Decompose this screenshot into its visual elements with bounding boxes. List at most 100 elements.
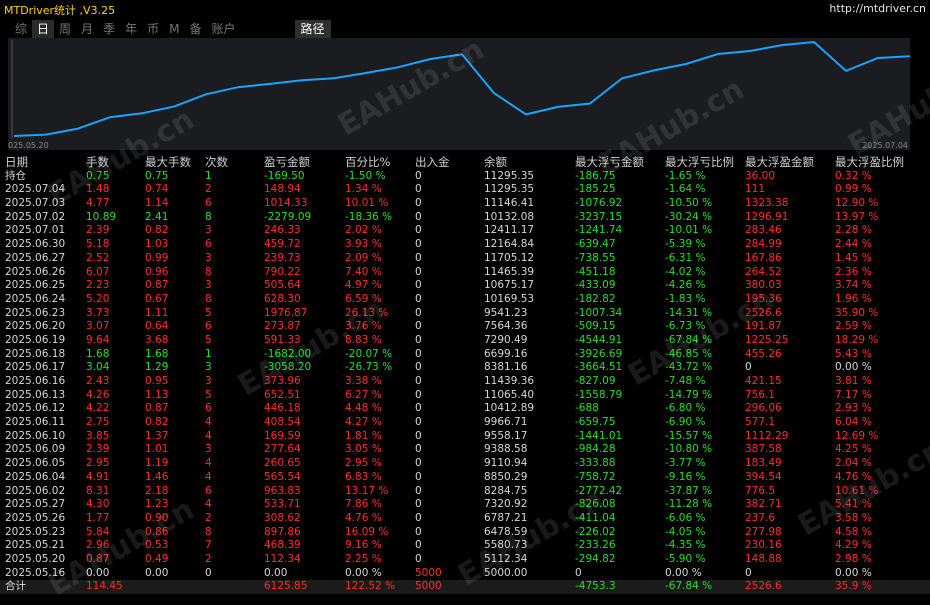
cell-盈亏金额: 239.73 (264, 251, 301, 264)
tab-1[interactable]: 日 (32, 20, 55, 38)
cell-手数: 3.85 (86, 429, 110, 442)
cell-次数: 次数 (205, 155, 228, 169)
cell-最大浮盈金额: 148.88 (745, 552, 782, 565)
table-row: 2025.06.18 1.68 1.68 1 -1682.00 -20.07 % 0 6699… (0, 348, 930, 362)
cell-次数: 2 (205, 183, 212, 196)
balance-chart: 025.05.20 2025.07.04 (8, 38, 910, 150)
cell-最大浮盈金额: 191.87 (745, 320, 782, 333)
cell-最大浮盈金额: 1323.38 (745, 197, 789, 210)
tab-4[interactable]: 季 (98, 20, 120, 38)
cell-百分比%: 26.13 % (345, 306, 389, 319)
cell-最大浮盈比例: 2.04 % (835, 457, 872, 470)
cell-百分比%: 6.59 % (345, 292, 382, 305)
cell-余额: 11065.40 (484, 388, 535, 401)
cell-出入金: 0 (415, 429, 422, 442)
cell-盈亏金额: 790.22 (264, 265, 301, 278)
cell-手数: 0.87 (86, 552, 110, 565)
cell-手数: 0.75 (86, 169, 110, 182)
tab-path[interactable]: 路径 (294, 20, 331, 38)
cell-百分比%: 百分比% (345, 155, 391, 169)
cell-出入金: 0 (415, 416, 422, 429)
cell-最大手数: 1.11 (145, 306, 169, 319)
cell-最大浮亏比例: -4.26 % (665, 279, 706, 292)
cell-盈亏金额: 505.64 (264, 279, 301, 292)
cell-最大浮亏金额: -3237.15 (575, 210, 623, 223)
cell-手数: 8.31 (86, 484, 110, 497)
tab-2[interactable]: 周 (54, 20, 76, 38)
cell-百分比%: 7.86 % (345, 498, 382, 511)
cell-最大浮盈金额: 2526.6 (745, 580, 782, 593)
cell-手数: 6.07 (86, 265, 110, 278)
cell-百分比%: 6.83 % (345, 470, 382, 483)
cell-次数: 4 (205, 457, 212, 470)
chart-end-date: 2025.07.04 (862, 141, 908, 150)
cell-余额: 11295.35 (484, 183, 535, 196)
tab-9[interactable]: 账户 (206, 20, 240, 38)
cell-最大浮盈金额: 455.26 (745, 347, 782, 360)
table-header: 日期 手数 最大手数 次数 盈亏金额 百分比% 出入金 余额 最大浮亏金额 最大浮亏比例 最大浮盈金… (0, 155, 930, 170)
cell-最大浮亏金额: -688 (575, 402, 599, 415)
cell-日期: 2025.06.13 (5, 388, 66, 401)
cell-盈亏金额: 6125.85 (264, 580, 308, 593)
table-row: 2025.07.03 4.77 1.14 6 1014.33 10.01 % 0 11146.… (0, 197, 930, 211)
cell-最大手数: 2.18 (145, 484, 169, 497)
cell-余额: 9110.94 (484, 457, 528, 470)
cell-最大浮亏比例: -10.50 % (665, 197, 713, 210)
table-row: 2025.06.13 4.26 1.13 5 652.51 6.27 % 0 11065.40… (0, 389, 930, 403)
cell-余额: 9388.58 (484, 443, 528, 456)
cell-余额: 5112.34 (484, 552, 528, 565)
cell-最大浮亏比例: -14.79 % (665, 388, 713, 401)
cell-最大浮盈比例: 18.29 % (835, 333, 879, 346)
cell-次数: 6 (205, 484, 212, 497)
table-row: 2025.07.02 10.89 2.41 8 -2279.09 -18.36 % 0 101… (0, 211, 930, 225)
cell-最大浮亏比例: -14.31 % (665, 306, 713, 319)
cell-次数: 7 (205, 539, 212, 552)
cell-盈亏金额: 628.30 (264, 292, 301, 305)
cell-最大浮亏比例: -4.02 % (665, 265, 706, 278)
cell-盈亏金额: -2279.09 (264, 210, 312, 223)
cell-手数: 2.52 (86, 251, 110, 264)
cell-最大浮盈金额: 最大浮盈金额 (745, 155, 814, 169)
table-row: 2025.05.20 0.87 0.49 2 112.34 2.25 % 0 5112.34 -… (0, 553, 930, 567)
cell-日期: 2025.06.24 (5, 292, 66, 305)
website-link[interactable]: http://mtdriver.cn (829, 2, 926, 15)
cell-次数: 4 (205, 429, 212, 442)
cell-最大浮亏金额: -1076.92 (575, 197, 623, 210)
cell-最大手数: 0.74 (145, 183, 169, 196)
cell-最大手数: 1.29 (145, 361, 169, 374)
cell-最大手数: 0.95 (145, 375, 169, 387)
tab-6[interactable]: 币 (142, 20, 164, 38)
cell-最大浮盈金额: 284.99 (745, 238, 782, 251)
cell-最大手数: 0.96 (145, 265, 169, 278)
cell-盈亏金额: 459.72 (264, 238, 301, 251)
table-row: 2025.06.10 3.85 1.37 4 169.59 1.81 % 0 9558.17 -… (0, 430, 930, 444)
cell-最大浮盈金额: 183.49 (745, 457, 782, 470)
cell-最大浮盈比例: 10.61 % (835, 484, 879, 497)
chart-start-date: 025.05.20 (8, 141, 49, 150)
cell-最大手数: 1.14 (145, 197, 169, 210)
cell-出入金: 0 (415, 457, 422, 470)
tab-3[interactable]: 月 (76, 20, 98, 38)
cell-手数: 1.77 (86, 511, 110, 524)
cell-出入金: 0 (415, 251, 422, 264)
tab-8[interactable]: 备 (184, 20, 206, 38)
cell-最大浮盈金额: 277.98 (745, 525, 782, 538)
cell-次数: 5 (205, 333, 212, 346)
cell-手数: 5.84 (86, 525, 110, 538)
cell-百分比%: 3.38 % (345, 375, 382, 387)
tab-5[interactable]: 年 (120, 20, 142, 38)
cell-百分比%: 2.09 % (345, 251, 382, 264)
cell-日期: 2025.06.26 (5, 265, 66, 278)
cell-最大浮亏比例: -6.31 % (665, 251, 706, 264)
cell-盈亏金额: 652.51 (264, 388, 301, 401)
cell-最大浮盈金额: 0 (745, 361, 752, 374)
tab-7[interactable]: M (164, 20, 184, 38)
cell-最大浮盈比例: 3.74 % (835, 279, 872, 292)
cell-日期: 2025.05.23 (5, 525, 66, 538)
cell-最大浮亏比例: -1.83 % (665, 292, 706, 305)
cell-手数: 5.20 (86, 292, 110, 305)
cell-百分比%: 4.76 % (345, 511, 382, 524)
table-row: 2025.06.30 5.18 1.03 6 459.72 3.93 % 0 12164.84… (0, 238, 930, 252)
tab-0[interactable]: 综 (10, 20, 32, 38)
cell-次数: 8 (205, 292, 212, 305)
